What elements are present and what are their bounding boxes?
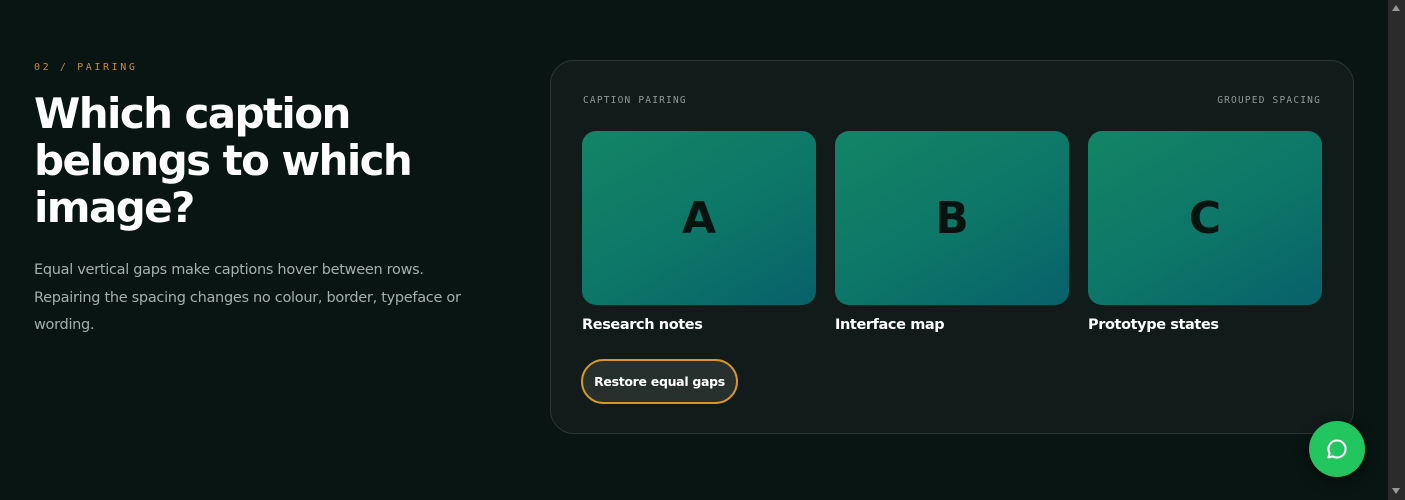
caption-pairing-card: CAPTION PAIRING GROUPED SPACING A Resear… [550, 60, 1354, 434]
section-eyebrow: 02 / PAIRING [34, 62, 138, 73]
tile-letter: B [935, 192, 969, 244]
page: 02 / PAIRING Which caption belongs to wh… [0, 0, 1405, 500]
caption-research-notes: Research notes [582, 317, 703, 333]
chat-button[interactable] [1309, 421, 1365, 477]
scroll-up-arrow-icon[interactable] [1392, 5, 1400, 11]
restore-equal-gaps-button[interactable]: Restore equal gaps [581, 359, 738, 404]
caption-prototype-states: Prototype states [1088, 317, 1219, 333]
image-tile-a: A [582, 131, 816, 305]
vertical-scrollbar[interactable] [1388, 0, 1405, 500]
image-tile-c: C [1088, 131, 1322, 305]
scroll-down-arrow-icon[interactable] [1392, 488, 1400, 494]
chat-bubble-icon [1327, 439, 1347, 459]
card-label-right: GROUPED SPACING [1217, 95, 1321, 106]
tile-letter: C [1188, 192, 1222, 244]
section-description: Equal vertical gaps make captions hover … [34, 262, 461, 333]
page-title: Which caption belongs to which image? [34, 89, 413, 232]
card-label-left: CAPTION PAIRING [583, 95, 687, 106]
image-tile-b: B [835, 131, 1069, 305]
caption-interface-map: Interface map [835, 317, 945, 333]
tile-letter: A [681, 192, 717, 244]
